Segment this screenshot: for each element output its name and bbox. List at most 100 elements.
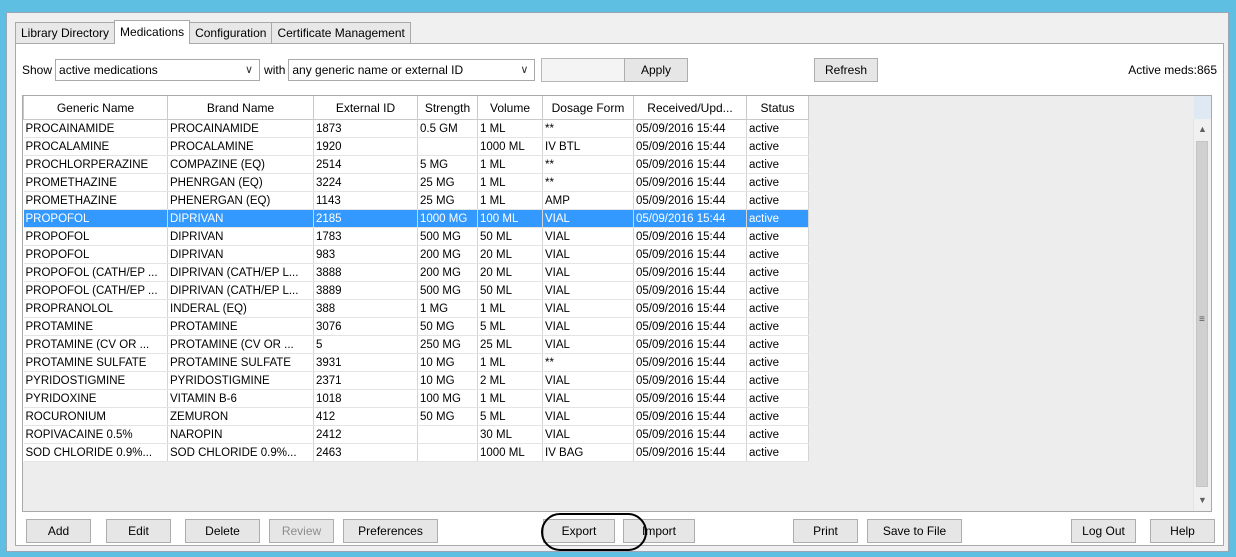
with-dropdown-value: any generic name or external ID — [292, 63, 464, 77]
table-row[interactable]: PROPOFOL DIPRIVAN 1783 500 MG 50 ML VIAL 05/09… — [23, 227, 809, 246]
with-label: with — [264, 63, 286, 77]
cell-strength: 1 MG — [417, 299, 478, 318]
with-dropdown[interactable]: any generic name or external ID ∨ — [288, 59, 536, 81]
vertical-scrollbar[interactable]: ▲ ≡ ▼ — [1193, 119, 1211, 511]
column-header-status[interactable]: Status — [746, 96, 809, 120]
review-button-label: Review — [281, 524, 322, 538]
scrollbar-thumb[interactable]: ≡ — [1196, 141, 1208, 487]
save-to-file-button-label: Save to File — [882, 524, 947, 538]
filter-bar: Show active medications ∨ with any gener… — [22, 58, 634, 82]
table-row[interactable]: PROTAMINE SULFATE PROTAMINE SULFATE 3931 10… — [23, 353, 809, 372]
table-row[interactable]: PROTAMINE PROTAMINE 3076 50 MG 5 ML VIAL 05/09… — [23, 317, 809, 336]
column-header-volume[interactable]: Volume — [477, 96, 543, 120]
table-row[interactable]: ROPIVACAINE 0.5% NAROPIN 2412 30 ML VIAL 05/0… — [23, 425, 809, 444]
add-button[interactable]: Add — [26, 519, 91, 543]
cell-generic-name: PYRIDOXINE — [23, 389, 168, 408]
table-row[interactable]: PROCHLORPERAZINE COMPAZINE (EQ) 2514 5 MG 1 … — [23, 155, 809, 174]
tab-library-directory[interactable]: Library Directory — [15, 22, 116, 43]
help-button[interactable]: Help — [1150, 519, 1215, 543]
cell-status: active — [746, 263, 809, 282]
cell-volume: 1 ML — [477, 353, 543, 372]
cell-volume: 1 ML — [477, 155, 543, 174]
log-out-button[interactable]: Log Out — [1071, 519, 1136, 543]
refresh-button[interactable]: Refresh — [814, 58, 878, 82]
column-header-generic-name[interactable]: Generic Name — [23, 96, 168, 120]
table-row[interactable]: PROPOFOL (CATH/EP ... DIPRIVAN (CATH/EP L… — [23, 281, 809, 300]
column-header-external-id[interactable]: External ID — [313, 96, 418, 120]
apply-button[interactable]: Apply — [624, 58, 688, 82]
show-dropdown[interactable]: active medications ∨ — [55, 59, 261, 81]
cell-status: active — [746, 425, 809, 444]
log-out-button-label: Log Out — [1082, 524, 1125, 538]
cell-external-id: 2371 — [313, 371, 418, 390]
cell-generic-name: PROTAMINE — [23, 317, 168, 336]
cell-dosage-form: VIAL — [542, 389, 634, 408]
cell-brand-name: PYRIDOSTIGMINE — [167, 371, 314, 390]
tab-configuration[interactable]: Configuration — [189, 22, 273, 43]
medications-table-container: Generic Name Brand Name External ID Strengt… — [22, 95, 1212, 512]
table-row[interactable]: PROTAMINE (CV OR ... PROTAMINE (CV OR ...… — [23, 335, 809, 354]
cell-status: active — [746, 407, 809, 426]
cell-received-updated: 05/09/2016 15:44 — [633, 425, 747, 444]
import-button[interactable]: Import — [623, 519, 695, 543]
cell-external-id: 3931 — [313, 353, 418, 372]
save-to-file-button[interactable]: Save to File — [867, 519, 962, 543]
column-header-received-updated[interactable]: Received/Upd... — [633, 96, 747, 120]
delete-button[interactable]: Delete — [185, 519, 260, 543]
add-button-label: Add — [47, 524, 70, 538]
table-row[interactable]: PROPOFOL (CATH/EP ... DIPRIVAN (CATH/EP L… — [23, 263, 809, 282]
search-input[interactable] — [541, 58, 634, 82]
table-row[interactable]: PYRIDOXINE VITAMIN B-6 1018 100 MG 1 ML VIAL 0… — [23, 389, 809, 408]
cell-dosage-form: IV BAG — [542, 443, 634, 462]
column-header-strength[interactable]: Strength — [417, 96, 478, 120]
review-button[interactable]: Review — [269, 519, 334, 543]
cell-brand-name: COMPAZINE (EQ) — [167, 155, 314, 174]
cell-generic-name: PROPOFOL — [23, 227, 168, 246]
cell-status: active — [746, 245, 809, 264]
cell-received-updated: 05/09/2016 15:44 — [633, 281, 747, 300]
table-row[interactable]: SOD CHLORIDE 0.9%... SOD CHLORIDE 0.9%...… — [23, 443, 809, 462]
cell-brand-name: INDERAL (EQ) — [167, 299, 314, 318]
tab-medications[interactable]: Medications — [114, 20, 191, 44]
medications-panel: Show active medications ∨ with any gener… — [15, 43, 1224, 546]
table-row[interactable]: ROCURONIUM ZEMURON 412 50 MG 5 ML VIAL 05/09/2… — [23, 407, 809, 426]
cell-strength: 200 MG — [417, 263, 478, 282]
cell-brand-name: PROCAINAMIDE — [167, 119, 314, 138]
cell-brand-name: NAROPIN — [167, 425, 314, 444]
chevron-down-icon: ∨ — [244, 64, 254, 76]
grip-icon: ≡ — [1199, 314, 1205, 325]
cell-external-id: 1783 — [313, 227, 418, 246]
cell-strength: 500 MG — [417, 227, 478, 246]
cell-status: active — [746, 281, 809, 300]
cell-brand-name: DIPRIVAN (CATH/EP L... — [167, 281, 314, 300]
edit-button[interactable]: Edit — [106, 519, 171, 543]
cell-dosage-form: VIAL — [542, 317, 634, 336]
table-row[interactable]: PROPRANOLOL INDERAL (EQ) 388 1 MG 1 ML VIAL 05… — [23, 299, 809, 318]
cell-strength: 5 MG — [417, 155, 478, 174]
preferences-button[interactable]: Preferences — [343, 519, 438, 543]
cell-brand-name: PROTAMINE SULFATE — [167, 353, 314, 372]
scroll-down-icon[interactable]: ▼ — [1194, 492, 1211, 509]
print-button[interactable]: Print — [793, 519, 858, 543]
cell-dosage-form: VIAL — [542, 299, 634, 318]
table-row[interactable]: PYRIDOSTIGMINE PYRIDOSTIGMINE 2371 10 MG 2 M… — [23, 371, 809, 390]
cell-volume: 30 ML — [477, 425, 543, 444]
cell-dosage-form: VIAL — [542, 281, 634, 300]
column-header-brand-name[interactable]: Brand Name — [167, 96, 314, 120]
table-row[interactable]: PROPOFOL DIPRIVAN 2185 1000 MG 100 ML VIAL 05/… — [23, 209, 809, 228]
table-row[interactable]: PROCAINAMIDE PROCAINAMIDE 1873 0.5 GM 1 ML **… — [23, 119, 809, 138]
cell-generic-name: ROCURONIUM — [23, 407, 168, 426]
tab-certificate-management[interactable]: Certificate Management — [271, 22, 411, 43]
cell-generic-name: SOD CHLORIDE 0.9%... — [23, 443, 168, 462]
cell-received-updated: 05/09/2016 15:44 — [633, 299, 747, 318]
table-row[interactable]: PROPOFOL DIPRIVAN 983 200 MG 20 ML VIAL 05/09/… — [23, 245, 809, 264]
cell-strength: 200 MG — [417, 245, 478, 264]
cell-brand-name: PROTAMINE — [167, 317, 314, 336]
column-header-dosage-form[interactable]: Dosage Form — [542, 96, 634, 120]
export-button[interactable]: Export — [543, 519, 615, 543]
scroll-up-icon[interactable]: ▲ — [1194, 121, 1211, 138]
table-row[interactable]: PROMETHAZINE PHENRGAN (EQ) 3224 25 MG 1 ML **… — [23, 173, 809, 192]
cell-strength: 250 MG — [417, 335, 478, 354]
table-row[interactable]: PROCALAMINE PROCALAMINE 1920 1000 ML IV BTL 0… — [23, 137, 809, 156]
table-row[interactable]: PROMETHAZINE PHENERGAN (EQ) 1143 25 MG 1 ML A… — [23, 191, 809, 210]
